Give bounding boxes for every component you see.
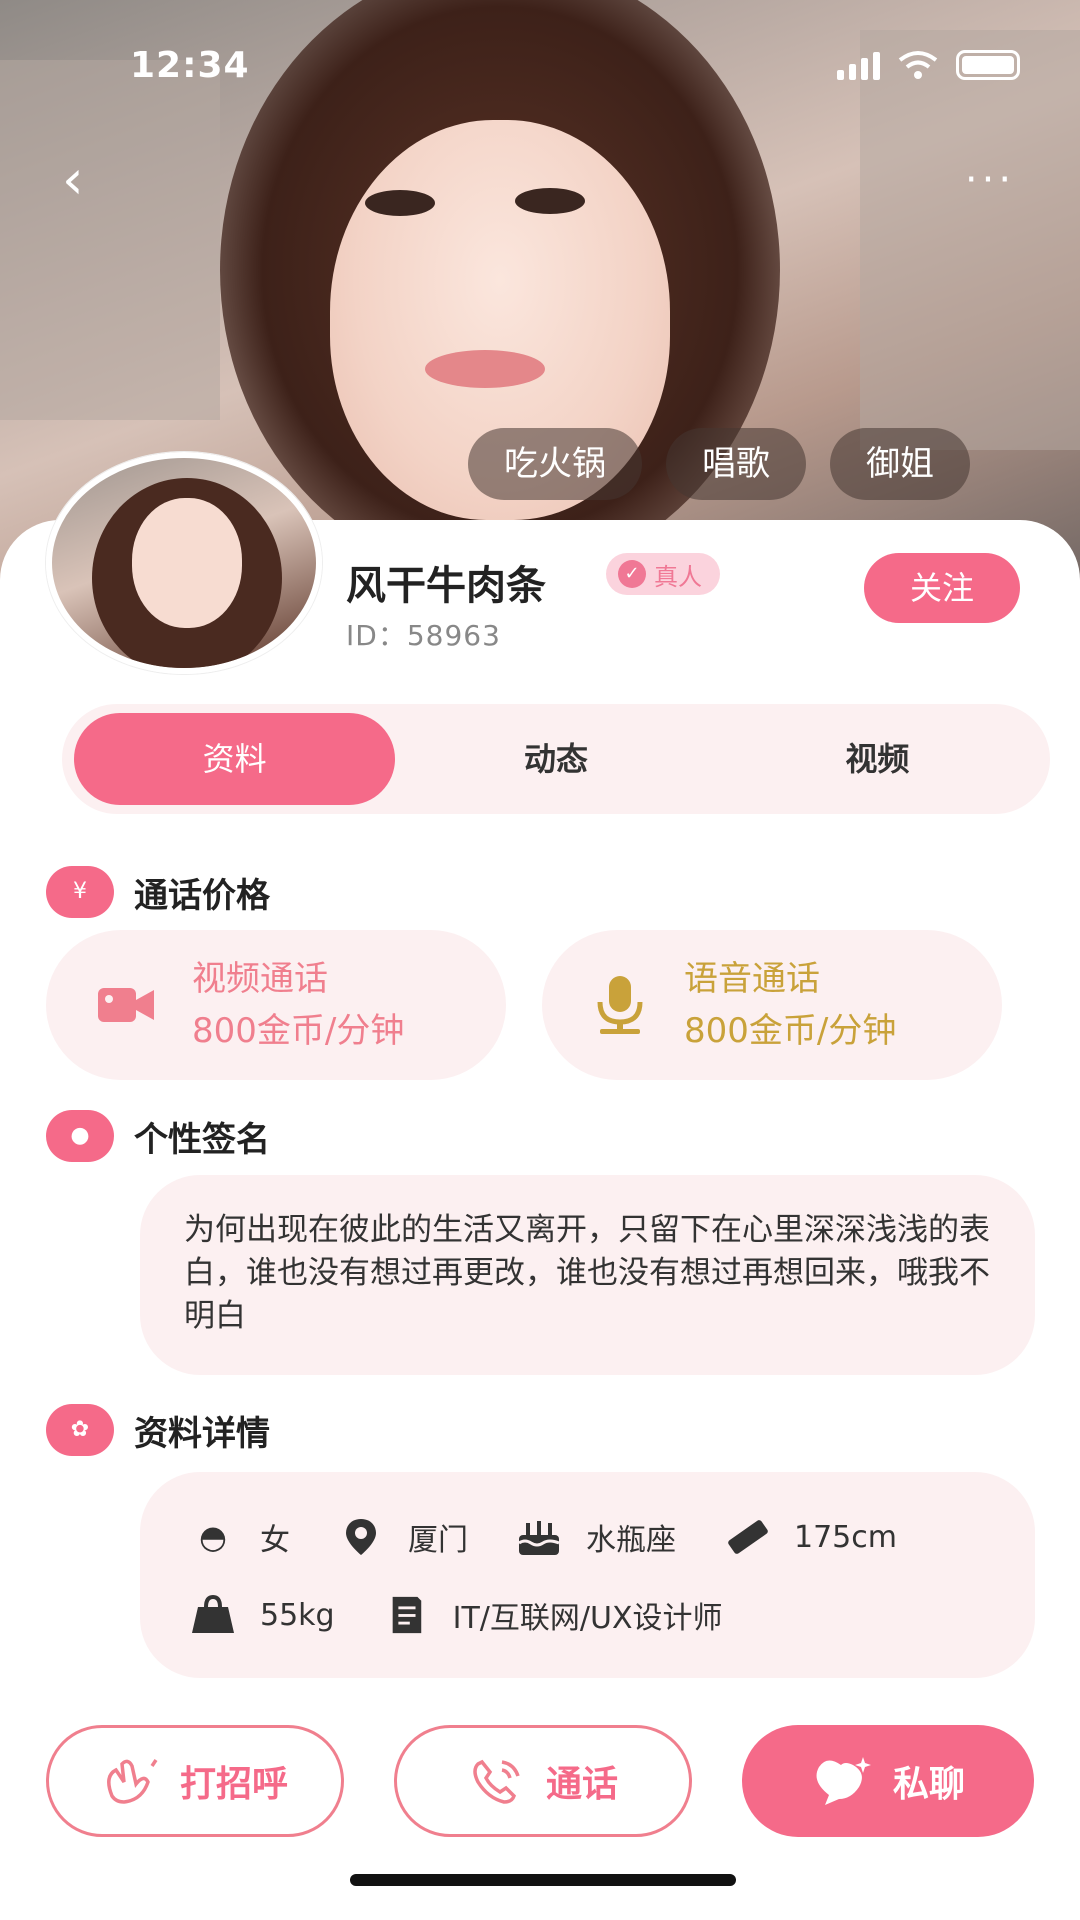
- interest-tags: 吃火锅 唱歌 御姐: [468, 428, 970, 500]
- details-header: ✿ 资料详情: [46, 1404, 270, 1456]
- detail-city: 厦门: [338, 1515, 468, 1559]
- document-icon: [392, 1596, 421, 1634]
- section-title: 资料详情: [134, 1413, 270, 1454]
- tab-videos[interactable]: 视频: [717, 713, 1038, 805]
- voice-call-card[interactable]: 语音通话 800金币/分钟: [542, 930, 1002, 1080]
- signal-icon: [837, 50, 880, 80]
- detail-value: 女: [260, 1523, 290, 1558]
- wifi-icon: [898, 51, 938, 79]
- location-pin-icon: [346, 1519, 376, 1555]
- detail-value: IT/互联网/UX设计师: [452, 1601, 723, 1636]
- home-indicator: [350, 1874, 736, 1886]
- section-title: 通话价格: [134, 875, 270, 916]
- call-label: 通话: [545, 1764, 618, 1805]
- greet-label: 打招呼: [179, 1764, 288, 1805]
- more-icon[interactable]: ···: [960, 160, 1020, 200]
- verified-label: 真人: [654, 562, 702, 591]
- user-id: ID：58963: [346, 619, 501, 652]
- money-bag-icon: ¥: [46, 866, 114, 918]
- status-bar: 12:34: [0, 0, 1080, 130]
- private-chat-button[interactable]: 私聊: [742, 1725, 1034, 1837]
- voice-call-label: 语音通话: [684, 959, 820, 999]
- action-bar: 打招呼 通话 私聊: [46, 1725, 1034, 1837]
- detail-job: IT/互联网/UX设计师: [383, 1593, 723, 1637]
- chat-heart-icon: [816, 1757, 871, 1805]
- face-icon: ◓: [199, 1518, 227, 1556]
- video-call-card[interactable]: 视频通话 800金币/分钟: [46, 930, 506, 1080]
- detail-height: 175cm: [724, 1517, 897, 1557]
- microphone-icon: [597, 976, 643, 1034]
- battery-icon: [956, 50, 1020, 80]
- wave-hand-icon: [107, 1759, 158, 1804]
- follow-button[interactable]: 关注: [864, 553, 1020, 623]
- check-icon: ✓: [618, 560, 646, 588]
- phone-icon: [473, 1759, 520, 1804]
- weight-icon: [192, 1595, 234, 1633]
- greet-button[interactable]: 打招呼: [46, 1725, 344, 1837]
- chat-label: 私聊: [892, 1764, 965, 1805]
- interest-tag: 唱歌: [666, 428, 806, 500]
- profile-name: 风干牛肉条: [346, 563, 546, 609]
- detail-value: 厦门: [408, 1523, 468, 1558]
- detail-weight: 55kg: [190, 1595, 335, 1635]
- video-camera-icon: [98, 988, 154, 1022]
- ruler-icon: [728, 1520, 768, 1554]
- signature-text: 为何出现在彼此的生活又离开，只留下在心里深深浅浅的表白，谁也没有想过再更改，谁也…: [140, 1175, 1035, 1375]
- status-time: 12:34: [130, 45, 250, 86]
- video-call-price: 800金币/分钟: [192, 1011, 405, 1051]
- cake-icon: [518, 1521, 560, 1555]
- tab-profile[interactable]: 资料: [74, 713, 396, 805]
- details-card: ◓ 女 厦门 水瓶座 175cm 55kg IT/互联网/UX设计师: [140, 1472, 1035, 1678]
- signature-header: ● 个性签名: [46, 1110, 270, 1162]
- section-title: 个性签名: [134, 1119, 270, 1160]
- chat-bubble-icon: ●: [46, 1110, 114, 1162]
- verified-badge: ✓ 真人: [606, 553, 720, 595]
- call-button[interactable]: 通话: [394, 1725, 692, 1837]
- interest-tag: 御姐: [830, 428, 970, 500]
- detail-gender: ◓ 女: [190, 1515, 290, 1559]
- detail-zodiac: 水瓶座: [516, 1515, 676, 1559]
- detail-value: 175cm: [794, 1519, 897, 1555]
- call-price-header: ¥ 通话价格: [46, 866, 270, 918]
- interest-tag: 吃火锅: [468, 428, 642, 500]
- flower-icon: ✿: [46, 1404, 114, 1456]
- video-call-label: 视频通话: [192, 959, 328, 999]
- profile-tabs: 资料 动态 视频: [62, 704, 1050, 814]
- tab-moments[interactable]: 动态: [395, 713, 716, 805]
- voice-call-price: 800金币/分钟: [684, 1011, 897, 1051]
- detail-value: 水瓶座: [586, 1523, 676, 1558]
- detail-value: 55kg: [260, 1597, 335, 1633]
- back-icon[interactable]: ‹: [62, 153, 102, 207]
- avatar[interactable]: [46, 452, 322, 674]
